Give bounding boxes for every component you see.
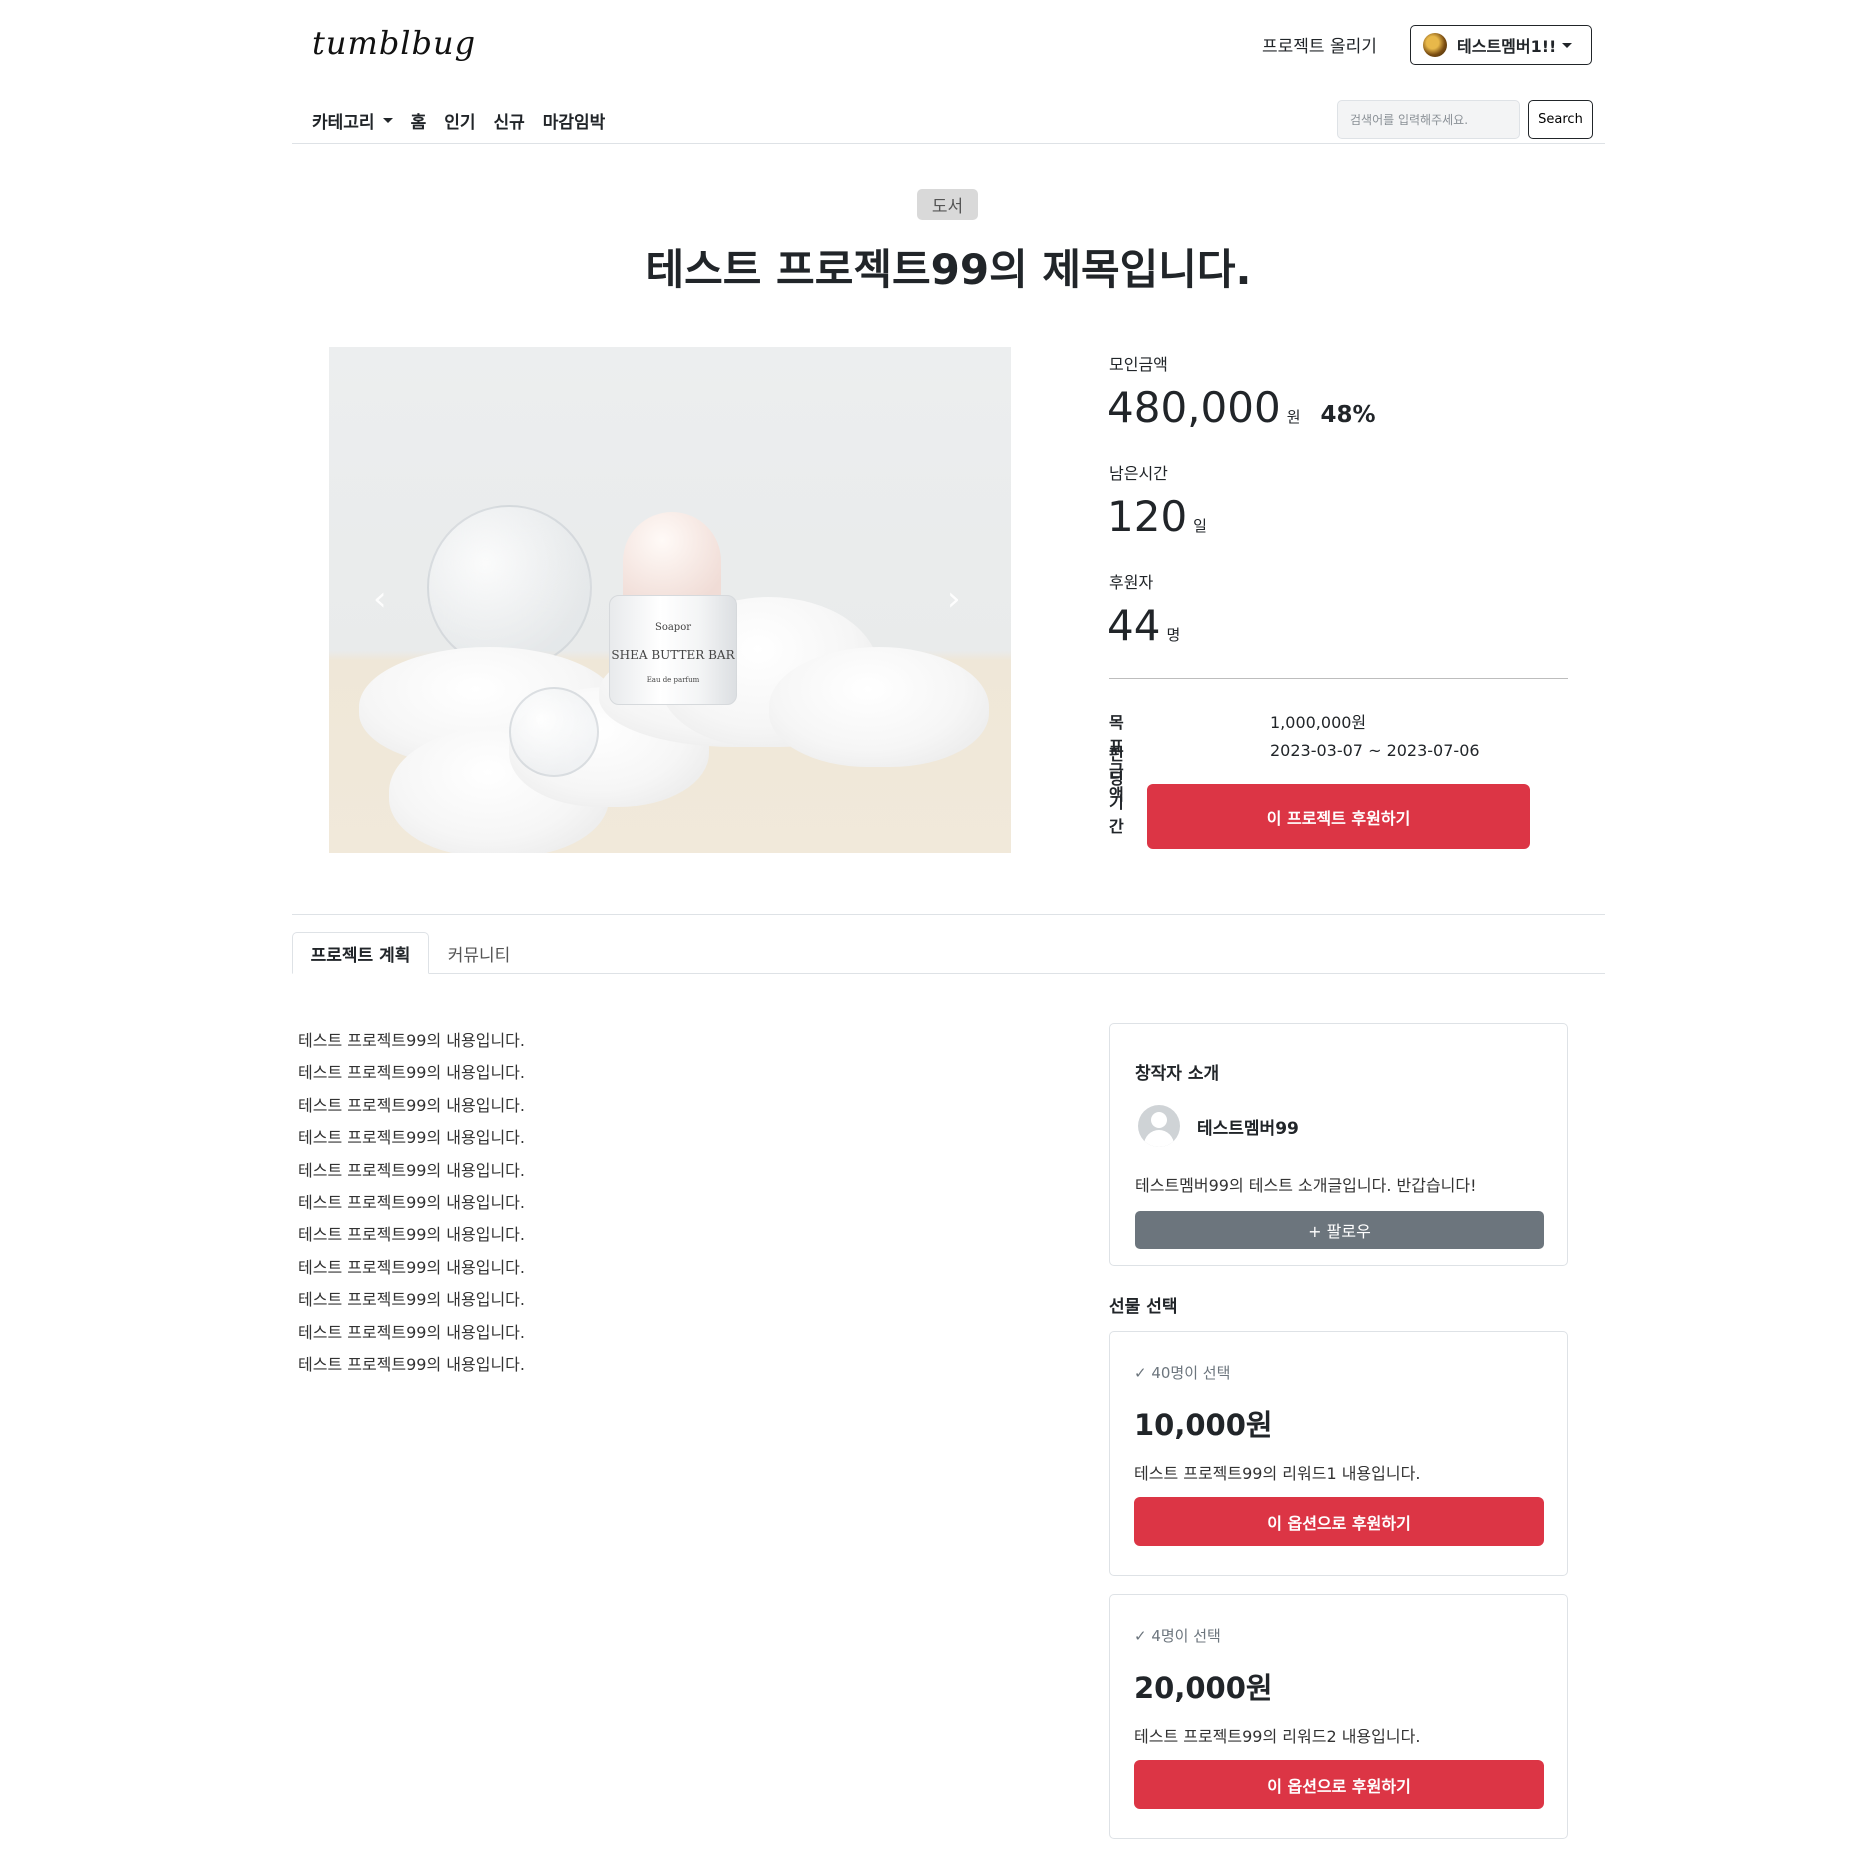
backers-label: 후원자 (1109, 573, 1154, 592)
content-line: 테스트 프로젝트99의 내용입니다. (298, 1322, 525, 1342)
raised-value: 480,000 (1107, 383, 1281, 432)
reward-description: 테스트 프로젝트99의 리워드2 내용입니다. (1134, 1727, 1421, 1746)
content-line: 테스트 프로젝트99의 내용입니다. (298, 1095, 525, 1115)
creator-name[interactable]: 테스트멤버99 (1197, 1114, 1299, 1139)
tab-community[interactable]: 커뮤니티 (429, 932, 529, 974)
project-title: 테스트 프로젝트99의 제목입니다. (645, 245, 1252, 294)
content-line: 테스트 프로젝트99의 내용입니다. (298, 1257, 525, 1277)
period-value: 2023-03-07 ~ 2023-07-06 (1270, 741, 1480, 760)
reward-support-button[interactable]: 이 옵션으로 후원하기 (1134, 1497, 1544, 1546)
creator-heading: 창작자 소개 (1135, 1064, 1220, 1084)
search-input[interactable] (1337, 100, 1520, 139)
bottle-cap-graphic (623, 512, 721, 607)
tab-project-plan[interactable]: 프로젝트 계획 (292, 932, 429, 974)
avatar-head (1151, 1112, 1167, 1128)
reward-price: 20,000원 (1134, 1671, 1273, 1705)
logo[interactable]: tumblbug (312, 24, 476, 62)
avatar-body (1144, 1130, 1174, 1147)
reward-card: ✓ 40명이 선택 10,000원 테스트 프로젝트99의 리워드1 내용입니다… (1109, 1331, 1568, 1576)
reward-support-button[interactable]: 이 옵션으로 후원하기 (1134, 1760, 1544, 1809)
stats-divider (1109, 678, 1568, 679)
nav-item-home[interactable]: 홈 (411, 108, 427, 133)
reward-price: 10,000원 (1134, 1408, 1273, 1442)
reward-count: ✓ 4명이 선택 (1134, 1627, 1221, 1645)
follow-button[interactable]: + 팔로우 (1135, 1211, 1544, 1249)
content-line: 테스트 프로젝트99의 내용입니다. (298, 1225, 525, 1245)
content-line: 테스트 프로젝트99의 내용입니다. (298, 1192, 525, 1212)
bottle-graphic: Soapor SHEA BUTTER BAR Eau de parfum (609, 595, 737, 705)
nav-item-closing[interactable]: 마감임박 (543, 108, 606, 133)
foam-graphic (769, 647, 989, 767)
creator-intro: 테스트멤버99의 테스트 소개글입니다. 반갑습니다! (1135, 1176, 1477, 1195)
project-image-carousel[interactable]: Soapor SHEA BUTTER BAR Eau de parfum ‹ › (329, 347, 1011, 853)
remaining-time: 120 일 (1107, 492, 1207, 541)
nav-category-dropdown[interactable]: 카테고리 (312, 108, 393, 133)
header-divider (292, 143, 1605, 144)
creator-card: 창작자 소개 테스트멤버99 테스트멤버99의 테스트 소개글입니다. 반갑습니… (1109, 1023, 1568, 1266)
upload-project-link[interactable]: 프로젝트 올리기 (1262, 32, 1377, 57)
creator-avatar (1138, 1105, 1180, 1147)
gift-heading: 선물 선택 (1109, 1297, 1178, 1317)
remaining-unit: 일 (1193, 517, 1207, 535)
content-line: 테스트 프로젝트99의 내용입니다. (298, 1354, 525, 1374)
reward-card: ✓ 4명이 선택 20,000원 테스트 프로젝트99의 리워드2 내용입니다.… (1109, 1594, 1568, 1839)
content-line: 테스트 프로젝트99의 내용입니다. (298, 1031, 525, 1050)
raised-percent: 48% (1320, 402, 1376, 428)
backers-value: 44 (1107, 601, 1161, 650)
nav-item-popular[interactable]: 인기 (444, 108, 475, 133)
backers-unit: 명 (1166, 626, 1181, 644)
carousel-next-icon[interactable]: › (947, 579, 961, 619)
content-line: 테스트 프로젝트99의 내용입니다. (298, 1063, 525, 1083)
caret-down-icon (382, 118, 393, 123)
section-divider (292, 914, 1605, 915)
project-content: 테스트 프로젝트99의 내용입니다. 테스트 프로젝트99의 내용입니다. 테스… (298, 1027, 525, 1383)
carousel-prev-icon[interactable]: ‹ (373, 579, 387, 619)
nav-category-label: 카테고리 (312, 113, 375, 133)
reward-description: 테스트 프로젝트99의 리워드1 내용입니다. (1134, 1464, 1421, 1483)
bottle-type: Eau de parfum (646, 676, 700, 684)
remaining-label: 남은시간 (1109, 464, 1168, 483)
nav-item-new[interactable]: 신규 (493, 108, 524, 133)
user-menu-button[interactable]: 테스트멤버1!! (1410, 25, 1592, 65)
bottle-brand: Soapor (654, 622, 692, 633)
bubble-graphic (427, 505, 592, 670)
raised-amount: 480,000 원 48% (1107, 383, 1376, 432)
search-button[interactable]: Search (1528, 100, 1593, 139)
content-line: 테스트 프로젝트99의 내용입니다. (298, 1160, 525, 1180)
goal-value: 1,000,000원 (1270, 713, 1367, 732)
reward-count: ✓ 40명이 선택 (1134, 1364, 1231, 1382)
backers-count: 44 명 (1107, 601, 1180, 650)
bubble-graphic (509, 687, 599, 777)
main-nav: 카테고리 홈 인기 신규 마감임박 (312, 108, 605, 133)
content-line: 테스트 프로젝트99의 내용입니다. (298, 1290, 525, 1310)
bottle-name: SHEA BUTTER BAR (611, 648, 735, 662)
period-label: 펀딩 기간 (1109, 745, 1124, 836)
user-avatar (1423, 33, 1447, 57)
raised-label: 모인금액 (1109, 355, 1168, 374)
tab-bar-line (292, 973, 1605, 974)
content-line: 테스트 프로젝트99의 내용입니다. (298, 1128, 525, 1148)
caret-down-icon (1562, 42, 1573, 48)
remaining-value: 120 (1107, 492, 1188, 541)
raised-unit: 원 (1286, 408, 1301, 426)
user-name: 테스트멤버1!! (1457, 37, 1557, 56)
support-project-button[interactable]: 이 프로젝트 후원하기 (1147, 784, 1530, 849)
category-badge: 도서 (917, 189, 978, 220)
